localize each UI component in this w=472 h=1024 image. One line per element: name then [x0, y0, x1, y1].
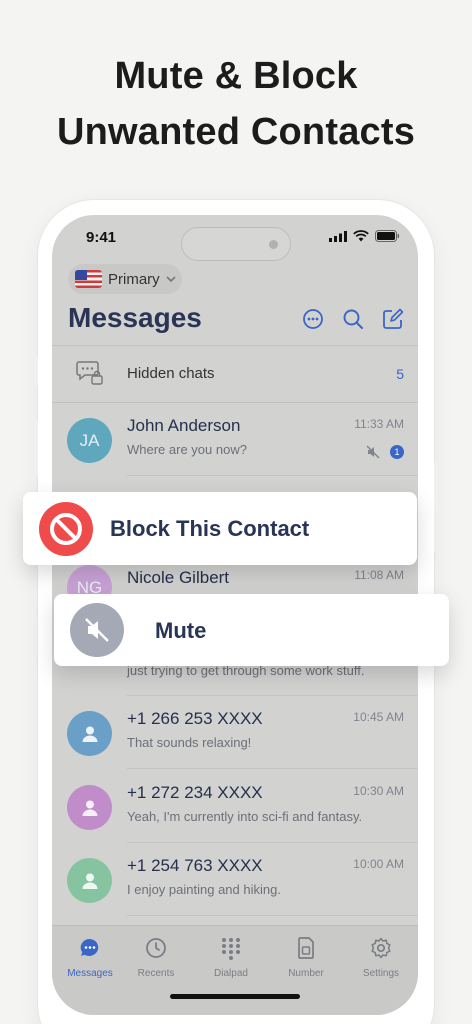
avatar: JA: [67, 418, 112, 463]
hidden-chats-row[interactable]: Hidden chats 5: [52, 346, 418, 402]
message-snippet: I enjoy painting and hiking.: [127, 882, 281, 897]
gear-icon: [371, 937, 391, 959]
block-contact-button[interactable]: Block This Contact: [23, 492, 417, 565]
us-flag-icon: [75, 270, 102, 288]
clock-icon: [146, 938, 166, 958]
account-switcher[interactable]: Primary: [68, 264, 182, 294]
muted-speaker-icon: [366, 445, 380, 459]
hidden-chats-label: Hidden chats: [127, 365, 215, 382]
avatar: [67, 711, 112, 756]
message-time: 11:08 AM: [354, 568, 404, 582]
status-time: 9:41: [86, 229, 117, 246]
contact-name: +1 266 253 XXXX: [127, 709, 263, 728]
promo-headline: Mute & Block Unwanted Contacts: [0, 48, 472, 160]
tab-label: Recents: [137, 968, 175, 979]
phone-side-button: [34, 356, 38, 386]
tab-number[interactable]: Number: [271, 936, 341, 979]
conversation-row[interactable]: +1 266 253 XXXX That sounds relaxing! 10…: [52, 696, 418, 769]
person-icon: [82, 873, 97, 889]
signal-icon: [329, 230, 347, 242]
block-icon: [39, 502, 93, 556]
account-label: Primary: [108, 270, 160, 288]
tab-settings[interactable]: Settings: [346, 936, 416, 979]
tab-messages[interactable]: Messages: [55, 936, 125, 979]
tab-dialpad[interactable]: Dialpad: [196, 936, 266, 979]
tab-bar: Messages Recents Dialpad Number Settings: [52, 925, 418, 1015]
message-snippet: Yeah, I'm currently into sci-fi and fant…: [127, 809, 363, 824]
mute-button[interactable]: Mute: [54, 594, 449, 666]
tab-label: Number: [288, 968, 324, 979]
person-icon: [82, 726, 97, 742]
more-options-icon[interactable]: [302, 308, 324, 330]
battery-icon: [375, 230, 400, 242]
dialpad-icon: [222, 938, 240, 960]
conversation-row[interactable]: JA John Anderson Where are you now? 11:3…: [52, 403, 418, 476]
hidden-chats-count: 5: [396, 366, 404, 382]
home-indicator: [170, 994, 300, 999]
person-icon: [82, 800, 97, 816]
message-time: 10:00 AM: [353, 857, 404, 871]
sim-card-icon: [298, 937, 314, 959]
headline-line-2: Unwanted Contacts: [56, 111, 416, 153]
avatar: [67, 785, 112, 830]
contact-name: +1 272 234 XXXX: [127, 783, 263, 802]
contact-name: +1 254 763 XXXX: [127, 856, 263, 875]
block-contact-label: Block This Contact: [110, 516, 310, 541]
unread-badge: 1: [390, 445, 404, 459]
message-time: 10:30 AM: [353, 784, 404, 798]
phone-side-button: [434, 462, 438, 552]
phone-side-button: [34, 420, 38, 478]
avatar: [67, 858, 112, 903]
contact-name: Nicole Gilbert: [127, 568, 230, 587]
search-icon[interactable]: [342, 308, 364, 330]
header-actions: [302, 308, 404, 330]
status-icons: [329, 230, 400, 242]
mute-speaker-icon: [70, 603, 124, 657]
tab-recents[interactable]: Recents: [121, 936, 191, 979]
tab-label: Settings: [362, 968, 400, 979]
chat-bubble-icon: [80, 938, 99, 956]
message-time: 10:45 AM: [353, 710, 404, 724]
conversation-row[interactable]: +1 272 234 XXXX Yeah, I'm currently into…: [52, 770, 418, 843]
message-snippet: Where are you now?: [127, 442, 247, 457]
tab-label: Messages: [67, 968, 113, 979]
wifi-icon: [353, 230, 369, 242]
message-time: 11:33 AM: [354, 417, 404, 431]
dynamic-island: [181, 227, 291, 261]
hidden-chats-icon: [76, 361, 103, 385]
tab-label: Dialpad: [214, 968, 248, 979]
message-snippet: That sounds relaxing!: [127, 735, 252, 750]
contact-name: John Anderson: [127, 416, 241, 435]
chevron-down-icon: [166, 275, 176, 282]
page-title: Messages: [68, 302, 202, 333]
compose-icon[interactable]: [382, 308, 404, 330]
mute-label: Mute: [155, 618, 207, 643]
conversation-row[interactable]: +1 254 763 XXXX I enjoy painting and hik…: [52, 843, 418, 916]
headline-line-1: Mute & Block: [114, 55, 358, 97]
